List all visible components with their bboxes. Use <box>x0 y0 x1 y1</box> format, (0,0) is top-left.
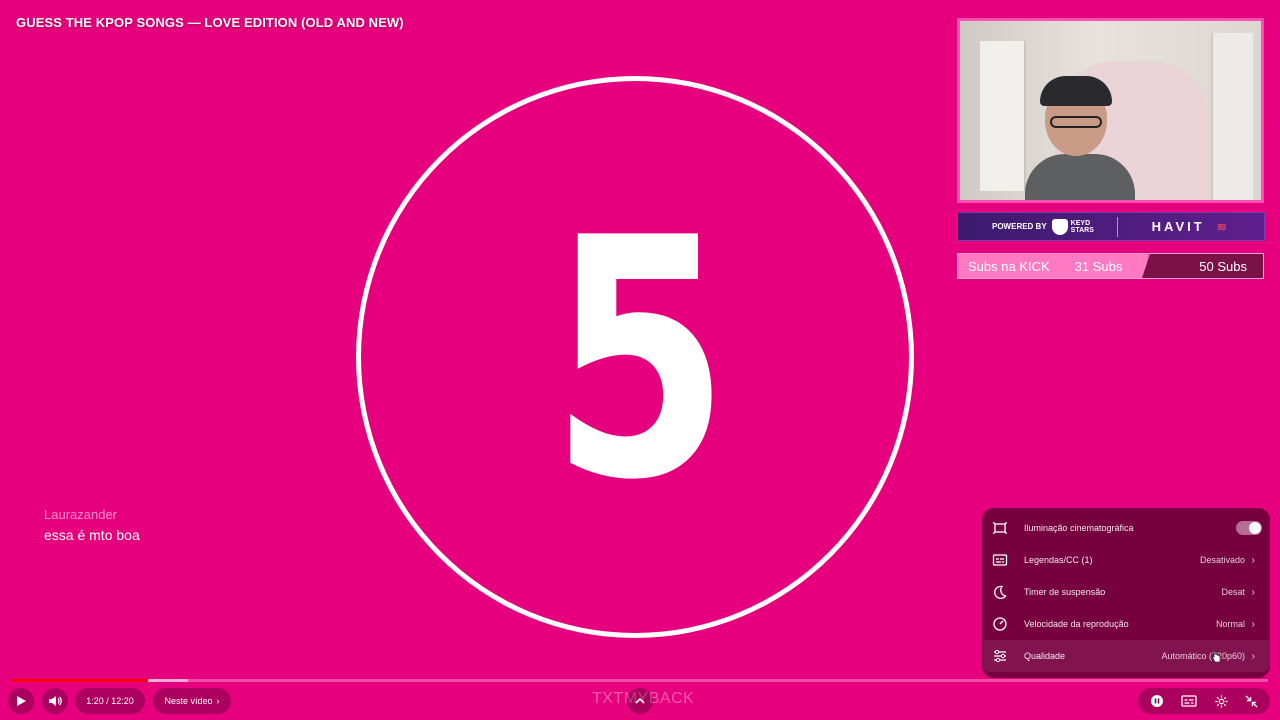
sponsor-banner: POWERED BY KEYD STARS HAVIT ≋ <box>957 212 1265 241</box>
cinematic-toggle[interactable] <box>1236 521 1262 535</box>
subs-goal-label: Subs na KICK <box>968 258 1050 274</box>
subs-goal-current: 31 Subs <box>1074 258 1123 274</box>
settings-item-value: Desativado <box>1199 555 1245 565</box>
chat-message: essa é mto boa <box>44 527 140 543</box>
subtitles-icon <box>991 551 1009 569</box>
progress-played <box>12 679 148 682</box>
sponsor-logo-icon <box>1051 218 1068 235</box>
sponsor-divider <box>1116 216 1118 237</box>
chevron-right-icon: › <box>1251 586 1255 598</box>
settings-item-playback-speed[interactable]: Velocidade da reprodução Normal › <box>982 608 1270 640</box>
subtitles-icon <box>1181 695 1197 707</box>
partner-mark-icon: ≋ <box>1216 219 1227 234</box>
settings-button[interactable] <box>1206 694 1236 709</box>
settings-item-value: Normal <box>1215 619 1245 629</box>
cinematic-lighting-icon <box>991 519 1009 537</box>
chevron-right-icon: › <box>216 696 220 706</box>
settings-item-label: Qualidade <box>1024 651 1066 661</box>
exit-fullscreen-button[interactable] <box>1236 694 1266 708</box>
play-icon <box>17 696 26 706</box>
play-button[interactable] <box>8 688 34 714</box>
sponsor-partner: HAVIT <box>1151 219 1205 234</box>
webcam-feed <box>957 18 1264 203</box>
settings-item-cinematic-lighting[interactable]: Iluminação cinematográfica <box>982 512 1270 544</box>
subs-goal-bar: Subs na KICK 31 Subs 50 Subs <box>957 253 1264 279</box>
settings-item-subtitles[interactable]: Legendas/CC (1) Desativado › <box>982 544 1270 576</box>
gear-icon <box>1214 694 1228 708</box>
exit-fullscreen-icon <box>1244 694 1258 708</box>
chapter-button[interactable]: Neste vídeo › <box>153 688 231 714</box>
settings-item-quality[interactable]: Qualidade Automático (720p60) › <box>982 640 1270 672</box>
settings-item-label: Velocidade da reprodução <box>1024 619 1129 629</box>
progress-buffer <box>147 679 188 682</box>
countdown-number: 5 <box>550 168 730 552</box>
quality-sliders-icon <box>991 647 1009 665</box>
subs-goal-target: 50 Subs <box>1199 259 1247 274</box>
settings-item-sleep-timer[interactable]: Timer de suspensão Desat › <box>982 576 1270 608</box>
video-title: GUESS THE KPOP SONGS — LOVE EDITION (OLD… <box>16 15 404 30</box>
settings-item-value: Automático (720p60) <box>1161 651 1245 661</box>
autoplay-toggle[interactable] <box>1142 694 1172 708</box>
settings-menu: Iluminação cinematográfica Legendas/CC (… <box>982 508 1270 678</box>
chevron-right-icon: › <box>1251 618 1255 630</box>
player-right-controls <box>1138 688 1270 714</box>
settings-item-label: Timer de suspensão <box>1024 587 1106 597</box>
pause-circle-icon <box>1151 695 1163 707</box>
sponsor-powered-by: POWERED BY <box>992 222 1047 231</box>
chapter-label: Neste vídeo <box>164 696 213 706</box>
mouse-cursor-icon <box>1211 650 1221 663</box>
sleep-timer-icon <box>991 583 1009 601</box>
progress-bar[interactable] <box>12 679 1268 682</box>
playback-speed-icon <box>991 615 1009 633</box>
settings-item-label: Iluminação cinematográfica <box>1024 523 1134 533</box>
chevron-right-icon: › <box>1251 554 1255 566</box>
chevron-up-icon <box>635 697 645 704</box>
settings-item-value: Desat <box>1221 587 1245 597</box>
sponsor-brand: KEYD STARS <box>1070 219 1094 234</box>
subtitles-button[interactable] <box>1172 694 1206 708</box>
time-display: 1:20 / 12:20 <box>75 688 145 714</box>
settings-item-label: Legendas/CC (1) <box>1024 555 1093 565</box>
volume-button[interactable] <box>42 688 68 714</box>
chevron-right-icon: › <box>1251 650 1255 662</box>
volume-icon <box>49 696 62 706</box>
more-videos-button[interactable] <box>627 688 653 714</box>
chat-username: Laurazander <box>44 507 117 522</box>
